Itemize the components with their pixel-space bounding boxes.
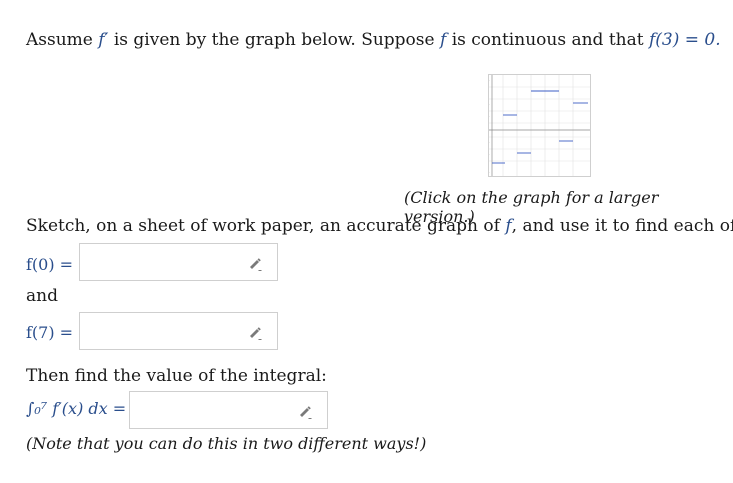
sketch-text-before: Sketch, on a sheet of work paper, an acc… (26, 216, 500, 236)
svg-text:·: · (489, 78, 490, 82)
and-text: and (26, 286, 58, 306)
integral-label: ∫₀⁷ f′(x) dx = (26, 399, 127, 418)
intro-f: f (440, 30, 447, 50)
sketch-text-after: , and use it to find each of (511, 216, 733, 236)
pencil-icon[interactable] (247, 255, 263, 271)
svg-text:·: · (489, 152, 490, 156)
integral-answer-field[interactable] (129, 391, 328, 429)
f7-answer-field[interactable] (79, 312, 278, 350)
problem-intro: Assume f′ is given by the graph below. S… (26, 30, 721, 50)
intro-continuous: is continuous and that (451, 30, 644, 50)
intro-assume: Assume (26, 30, 93, 50)
svg-text:·: · (489, 102, 490, 106)
intro-condition: f(3) = 0. (648, 30, 721, 50)
note-text: (Note that you can do this in two differ… (26, 434, 427, 453)
sketch-instruction: Sketch, on a sheet of work paper, an acc… (26, 216, 733, 236)
pencil-icon[interactable] (297, 403, 313, 419)
graph-plot: · · · · · · (489, 75, 590, 176)
svg-text:·: · (489, 140, 490, 144)
svg-text:·: · (489, 170, 490, 174)
f0-label: f(0) = (26, 255, 74, 274)
intro-fprime: f′ (98, 30, 109, 50)
f0-answer-field[interactable] (79, 243, 278, 281)
f7-label: f(7) = (26, 323, 74, 342)
integral-prompt: Then find the value of the integral: (26, 366, 327, 386)
graph-thumbnail[interactable]: · · · · · · (488, 74, 591, 177)
pencil-icon[interactable] (247, 324, 263, 340)
svg-text:·: · (489, 114, 490, 118)
intro-given: is given by the graph below. Suppose (113, 30, 435, 50)
